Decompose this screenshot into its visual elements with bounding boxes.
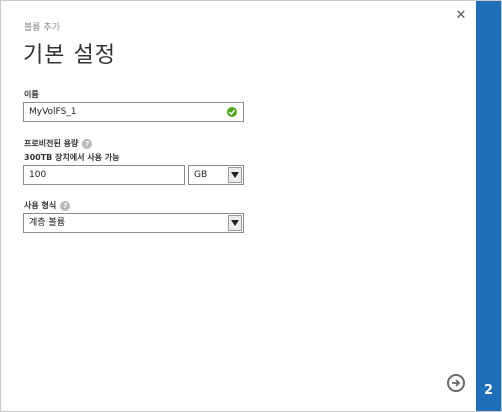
step-number: 2 (483, 383, 494, 398)
dialog-subtitle: 볼륨 추가 (24, 23, 60, 33)
close-icon[interactable]: ✕ (454, 9, 468, 23)
page-title: 기본 설정 (23, 43, 116, 68)
capacity-note: 300TB 장치에서 사용 가능 (24, 153, 120, 162)
usage-type-label: 사용 형식 (24, 201, 57, 210)
capacity-unit-value: GB (194, 170, 208, 180)
chevron-down-icon[interactable] (228, 215, 242, 231)
capacity-unit-select[interactable]: GB (188, 165, 244, 185)
chevron-down-icon[interactable] (228, 167, 242, 183)
valid-check-icon (227, 107, 237, 117)
usage-type-select[interactable]: 계층 볼륨 (23, 213, 244, 233)
capacity-input-value: 100 (29, 170, 47, 180)
capacity-input[interactable]: 100 (23, 165, 185, 185)
arrow-right-icon (452, 379, 461, 387)
capacity-label: 프로비전된 용량 (24, 139, 79, 148)
help-icon[interactable]: ? (82, 138, 93, 149)
name-label: 이름 (24, 90, 39, 99)
name-input-value: MyVolFS_1 (29, 107, 77, 117)
usage-type-label-row: 사용 형식? (24, 200, 71, 211)
name-input[interactable]: MyVolFS_1 (23, 102, 244, 122)
next-button[interactable] (447, 374, 465, 392)
add-volume-dialog: ✕ 볼륨 추가 기본 설정 이름 MyVolFS_1 프로비전된 용량? 300… (0, 0, 502, 412)
help-icon[interactable]: ? (60, 200, 71, 211)
usage-type-value: 계층 볼륨 (29, 218, 65, 228)
capacity-label-row: 프로비전된 용량? (24, 138, 93, 149)
step-indicator-strip (476, 1, 501, 411)
